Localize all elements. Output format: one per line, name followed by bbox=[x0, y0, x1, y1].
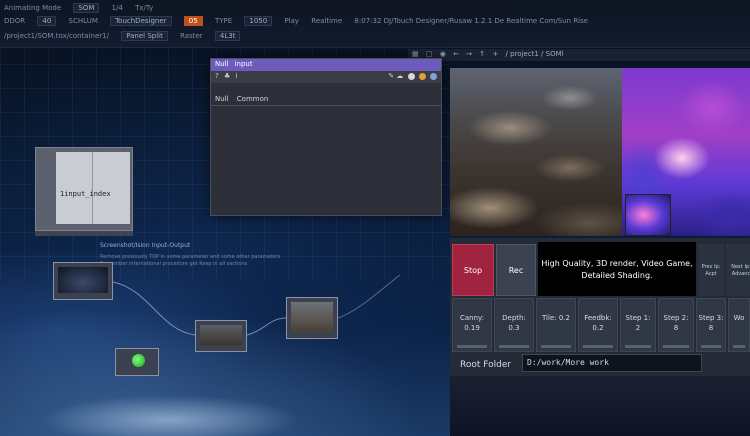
param-value: 8 bbox=[673, 324, 679, 332]
param-label: Step 2: bbox=[663, 314, 689, 322]
stop-button[interactable]: Stop bbox=[452, 244, 494, 296]
param-label: Canny: bbox=[459, 314, 485, 322]
param-value: 2 bbox=[635, 324, 641, 332]
preview-divider bbox=[92, 152, 93, 224]
control-bottom bbox=[450, 376, 750, 436]
param-bar bbox=[625, 345, 651, 348]
back-icon[interactable]: ← bbox=[453, 50, 459, 58]
param-value: 8 bbox=[708, 324, 714, 332]
param-value: 0.2 bbox=[592, 324, 604, 332]
param-bar bbox=[583, 345, 613, 348]
viewer-path[interactable]: / project1 / SOMl bbox=[506, 50, 564, 58]
param-value: 0.3 bbox=[508, 324, 520, 332]
param-label: Depth: bbox=[502, 314, 526, 322]
prev-ip-button[interactable]: Prev Ip: Acpt bbox=[698, 244, 724, 296]
info-text: Remove previously TOP in some parameter … bbox=[100, 254, 400, 268]
param-depth[interactable]: Depth: 0.3 bbox=[494, 298, 534, 352]
rocks-image bbox=[450, 68, 622, 236]
param-bar bbox=[701, 345, 721, 348]
input-index-label: 1input_index bbox=[60, 190, 111, 198]
param-label: Step 3: bbox=[698, 314, 724, 322]
node-thumbnail bbox=[200, 325, 242, 345]
param-bar bbox=[457, 345, 487, 348]
param-bar bbox=[541, 345, 571, 348]
param-label: Tile: 0.2 bbox=[542, 314, 570, 322]
node-thumbnail bbox=[58, 267, 108, 293]
prompt-text[interactable]: High Quality, 3D render, Video Game, Det… bbox=[538, 242, 696, 296]
param-value: 0.19 bbox=[464, 324, 480, 332]
info-title: Screenshot/Ision Input-Output bbox=[100, 242, 191, 249]
up-icon[interactable]: ↑ bbox=[479, 50, 485, 58]
green-light-icon bbox=[132, 354, 145, 367]
root-folder-label: Root Folder bbox=[460, 360, 512, 370]
viewer-panel bbox=[450, 68, 750, 236]
image-node-1[interactable] bbox=[53, 262, 113, 300]
param-canny[interactable]: Canny: 0.19 bbox=[452, 298, 492, 352]
image-node-3[interactable] bbox=[286, 297, 338, 339]
param-step3[interactable]: Step 3: 8 bbox=[696, 298, 726, 352]
param-step2[interactable]: Step 2: 8 bbox=[658, 298, 694, 352]
plus-icon[interactable]: + bbox=[492, 50, 498, 58]
forward-icon[interactable]: → bbox=[466, 50, 472, 58]
param-feedbk[interactable]: Feedbk: 0.2 bbox=[578, 298, 618, 352]
param-label: Step 1: bbox=[625, 314, 651, 322]
root-folder-input[interactable]: D:/work/More work bbox=[522, 354, 702, 372]
param-label: Feedbk: bbox=[584, 314, 612, 322]
info-line: Remember international procedure get Kee… bbox=[100, 261, 248, 267]
param-bar bbox=[663, 345, 689, 348]
control-panel: Stop Rec High Quality, 3D render, Video … bbox=[450, 238, 750, 436]
image-node-2[interactable] bbox=[195, 320, 247, 352]
cosmic-thumbnail bbox=[625, 194, 671, 236]
param-tile[interactable]: Tile: 0.2 bbox=[536, 298, 576, 352]
param-label: Wo bbox=[733, 314, 745, 322]
param-wo[interactable]: Wo bbox=[728, 298, 750, 352]
input-index-footer bbox=[35, 231, 133, 236]
param-bar bbox=[733, 345, 745, 348]
param-step1[interactable]: Step 1: 2 bbox=[620, 298, 656, 352]
viewer-toolbar: ▦ □ ◉ ← → ↑ + / project1 / SOMl bbox=[408, 49, 750, 61]
input-index-preview bbox=[56, 152, 130, 224]
param-bar bbox=[499, 345, 529, 348]
info-line: Remove previously TOP in some parameter … bbox=[100, 254, 281, 260]
green-indicator-node[interactable] bbox=[115, 348, 159, 376]
node-thumbnail bbox=[291, 302, 333, 332]
param-row: Canny: 0.19 Depth: 0.3 Tile: 0.2 Feedbk:… bbox=[452, 298, 750, 352]
input-index-node[interactable]: 1input_index bbox=[35, 147, 133, 231]
next-ip-button[interactable]: Next Ip: Advanc bbox=[726, 244, 750, 296]
rec-button[interactable]: Rec bbox=[496, 244, 536, 296]
